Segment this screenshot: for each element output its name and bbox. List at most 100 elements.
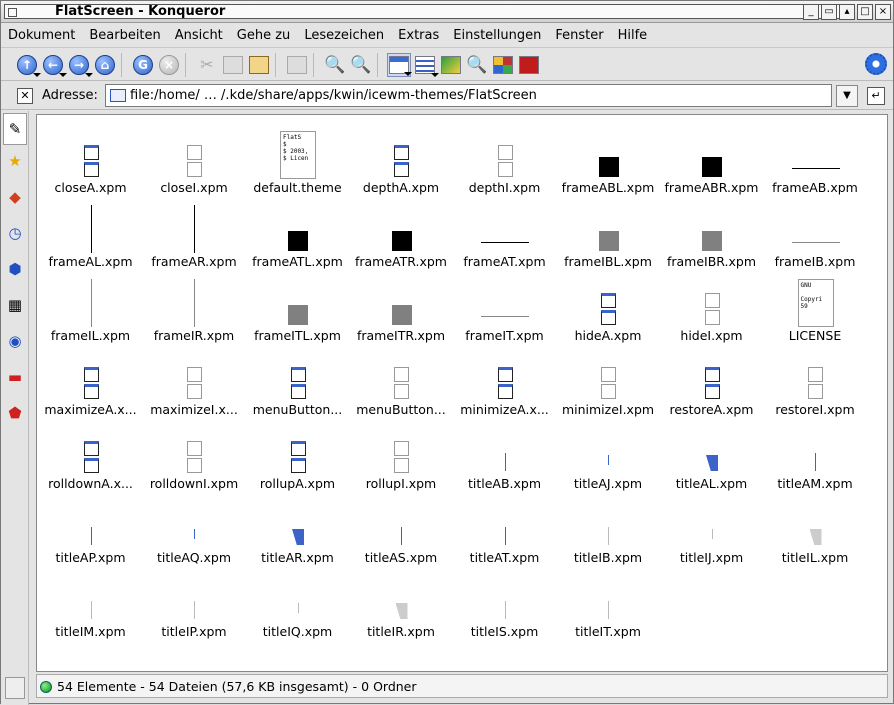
stop-button[interactable]: ×: [157, 53, 181, 77]
detail-view-button[interactable]: [413, 53, 439, 77]
file-item[interactable]: frameIT.xpm: [453, 271, 556, 345]
zoom-in-button[interactable]: 🔍: [323, 53, 347, 77]
file-item[interactable]: titleIP.xpm: [143, 567, 246, 641]
file-item[interactable]: titleIM.xpm: [39, 567, 142, 641]
file-item[interactable]: titleAQ.xpm: [143, 493, 246, 567]
file-item[interactable]: rolldownI.xpm: [143, 419, 246, 493]
file-item[interactable]: titleIL.xpm: [764, 493, 867, 567]
file-item[interactable]: restoreA.xpm: [660, 345, 763, 419]
file-item[interactable]: closeI.xpm: [143, 123, 246, 197]
menu-bearbeiten[interactable]: Bearbeiten: [82, 28, 167, 43]
file-item[interactable]: frameABL.xpm: [557, 123, 660, 197]
menu-lesezeichen[interactable]: Lesezeichen: [297, 28, 391, 43]
file-item[interactable]: frameIR.xpm: [143, 271, 246, 345]
close-button[interactable]: ×: [875, 4, 891, 20]
minimize-button[interactable]: _: [803, 4, 819, 20]
file-item[interactable]: rollupI.xpm: [350, 419, 453, 493]
file-item[interactable]: titleIJ.xpm: [660, 493, 763, 567]
file-item[interactable]: frameAR.xpm: [143, 197, 246, 271]
file-item[interactable]: hideI.xpm: [660, 271, 763, 345]
file-item[interactable]: menuButton...: [246, 345, 349, 419]
menu-hilfe[interactable]: Hilfe: [611, 28, 655, 43]
network-icon[interactable]: ⬢: [3, 253, 27, 285]
file-item[interactable]: titleAB.xpm: [453, 419, 556, 493]
menu-dokument[interactable]: Dokument: [1, 28, 82, 43]
menu-einstellungen[interactable]: Einstellungen: [446, 28, 548, 43]
file-item[interactable]: frameAL.xpm: [39, 197, 142, 271]
menu-extras[interactable]: Extras: [391, 28, 446, 43]
file-item[interactable]: titleAJ.xpm: [557, 419, 660, 493]
rollup-button[interactable]: ▴: [839, 4, 855, 20]
sidebar-toggle[interactable]: [5, 677, 25, 699]
address-input[interactable]: file:/home/ … /.kde/share/apps/kwin/icew…: [105, 84, 832, 107]
web-icon[interactable]: ◉: [3, 325, 27, 357]
icon-view-button[interactable]: [387, 52, 412, 77]
file-item[interactable]: frameIBL.xpm: [557, 197, 660, 271]
settings-gear-icon[interactable]: [865, 53, 887, 75]
file-item[interactable]: frameAT.xpm: [453, 197, 556, 271]
maximize-button[interactable]: □: [857, 4, 873, 20]
file-item[interactable]: frameIL.xpm: [39, 271, 142, 345]
file-item[interactable]: frameATR.xpm: [350, 197, 453, 271]
back-button[interactable]: ←: [41, 53, 67, 77]
file-item[interactable]: titleAM.xpm: [764, 419, 867, 493]
rolldown-button[interactable]: ▭: [821, 4, 837, 20]
print-button[interactable]: [285, 53, 309, 77]
file-item[interactable]: maximizeI.x...: [143, 345, 246, 419]
file-item[interactable]: frameATL.xpm: [246, 197, 349, 271]
find-button[interactable]: 🔍: [465, 53, 489, 77]
file-item[interactable]: titleAP.xpm: [39, 493, 142, 567]
file-item[interactable]: frameABR.xpm: [660, 123, 763, 197]
file-item[interactable]: maximizeA.x...: [39, 345, 142, 419]
red-grid-button[interactable]: [517, 53, 541, 77]
zoom-out-button[interactable]: 🔍: [349, 53, 373, 77]
file-item[interactable]: hideA.xpm: [557, 271, 660, 345]
file-item[interactable]: rollupA.xpm: [246, 419, 349, 493]
file-item[interactable]: closeA.xpm: [39, 123, 142, 197]
menu-fenster[interactable]: Fenster: [548, 28, 610, 43]
reload-button[interactable]: G: [131, 53, 155, 77]
up-button[interactable]: ↑: [15, 53, 41, 77]
file-item[interactable]: menuButton...: [350, 345, 453, 419]
file-item[interactable]: depthA.xpm: [350, 123, 453, 197]
file-item[interactable]: titleIS.xpm: [453, 567, 556, 641]
color-grid-button[interactable]: [491, 53, 515, 77]
file-item[interactable]: restoreI.xpm: [764, 345, 867, 419]
file-item[interactable]: minimizeI.xpm: [557, 345, 660, 419]
services-icon[interactable]: ◆: [3, 181, 27, 213]
menu-ansicht[interactable]: Ansicht: [168, 28, 230, 43]
file-item[interactable]: frameITL.xpm: [246, 271, 349, 345]
address-history-dropdown[interactable]: ▼: [836, 85, 858, 107]
image-viewer-button[interactable]: [439, 53, 463, 77]
clear-address-button[interactable]: ✕: [17, 88, 33, 104]
file-item[interactable]: frameAB.xpm: [764, 123, 867, 197]
file-item[interactable]: FlatS $ $ 2003, $ Licen default.theme: [246, 123, 349, 197]
file-item[interactable]: titleAR.xpm: [246, 493, 349, 567]
home-folder-icon[interactable]: ▬: [3, 361, 27, 393]
bookmarks-red-icon[interactable]: ⬟: [3, 397, 27, 429]
wizard-icon[interactable]: ✎: [3, 113, 27, 145]
file-item[interactable]: titleIB.xpm: [557, 493, 660, 567]
history-icon[interactable]: ◷: [3, 217, 27, 249]
go-button[interactable]: ↵: [867, 87, 885, 105]
file-item[interactable]: rolldownA.x...: [39, 419, 142, 493]
copy-button[interactable]: [221, 53, 245, 77]
file-item[interactable]: GNU Copyri 59 LICENSE: [764, 271, 867, 345]
file-item[interactable]: frameIB.xpm: [764, 197, 867, 271]
file-item[interactable]: frameIBR.xpm: [660, 197, 763, 271]
forward-button[interactable]: →: [67, 53, 93, 77]
title-bar[interactable]: FlatScreen - Konqueror _ ▭ ▴ □ ×: [1, 1, 893, 23]
menu-gehe-zu[interactable]: Gehe zu: [230, 28, 298, 43]
file-item[interactable]: depthI.xpm: [453, 123, 556, 197]
file-item[interactable]: titleIR.xpm: [350, 567, 453, 641]
file-item[interactable]: minimizeA.x...: [453, 345, 556, 419]
file-item[interactable]: frameITR.xpm: [350, 271, 453, 345]
home-button[interactable]: ⌂: [93, 53, 117, 77]
bookmark-star-icon[interactable]: ★: [3, 145, 27, 177]
file-item[interactable]: titleIQ.xpm: [246, 567, 349, 641]
file-item[interactable]: titleAS.xpm: [350, 493, 453, 567]
file-item[interactable]: titleAT.xpm: [453, 493, 556, 567]
cut-button[interactable]: ✂: [195, 53, 219, 77]
file-item[interactable]: titleIT.xpm: [557, 567, 660, 641]
file-item[interactable]: titleAL.xpm: [660, 419, 763, 493]
